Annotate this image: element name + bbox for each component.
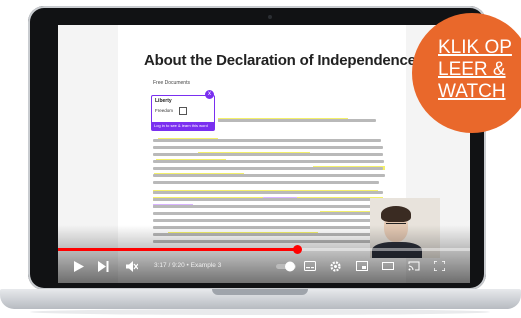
text-line [153, 160, 384, 163]
time-readout: 3:17 / 9:20 • Example 3 [154, 262, 222, 269]
popup-checkbox[interactable] [179, 107, 187, 115]
popup-login-link[interactable]: Log in to see & learn this word [152, 122, 214, 130]
document-title: About the Declaration of Independence [144, 52, 416, 69]
text-line [153, 181, 379, 184]
play-icon[interactable] [74, 261, 84, 275]
laptop-shadow [30, 309, 490, 315]
theater-mode-icon[interactable] [382, 261, 394, 274]
text-line [153, 174, 385, 177]
text-line [153, 191, 383, 194]
laptop-base-notch [212, 289, 308, 295]
settings-gear-icon[interactable] [330, 261, 341, 275]
autoplay-toggle-icon[interactable] [276, 261, 296, 275]
text-line [153, 167, 383, 170]
word-popup: Liberty Freedom Log in to see & learn th… [151, 95, 215, 131]
subtitles-icon[interactable] [304, 261, 316, 274]
fullscreen-icon[interactable] [433, 260, 446, 274]
text-line [153, 205, 379, 208]
camera-dot [268, 15, 272, 19]
badge-line-3[interactable]: WATCH [438, 82, 506, 101]
cast-icon[interactable] [408, 261, 420, 274]
text-line [153, 146, 383, 149]
presenter-hair [381, 206, 411, 222]
progress-fill [58, 248, 297, 251]
text-line [218, 119, 376, 122]
progress-scrubber[interactable] [293, 245, 302, 254]
text-line [153, 219, 383, 222]
text-line [153, 153, 383, 156]
mute-icon[interactable] [126, 261, 139, 275]
next-icon[interactable] [98, 261, 109, 275]
controls-gradient [58, 225, 470, 283]
text-line [153, 198, 383, 201]
popup-close-button[interactable]: x [205, 90, 214, 99]
popup-title: Liberty [155, 98, 172, 104]
badge-line-2[interactable]: LEER & [438, 60, 506, 79]
document-subtitle: Free Documents [153, 80, 190, 86]
text-line [153, 139, 381, 142]
popup-field-label: Freedom [155, 108, 174, 113]
video-screen[interactable]: About the Declaration of Independence Fr… [58, 25, 470, 283]
badge-line-1[interactable]: KLIK OP [438, 38, 512, 57]
text-line [153, 212, 381, 215]
miniplayer-icon[interactable] [356, 261, 368, 274]
